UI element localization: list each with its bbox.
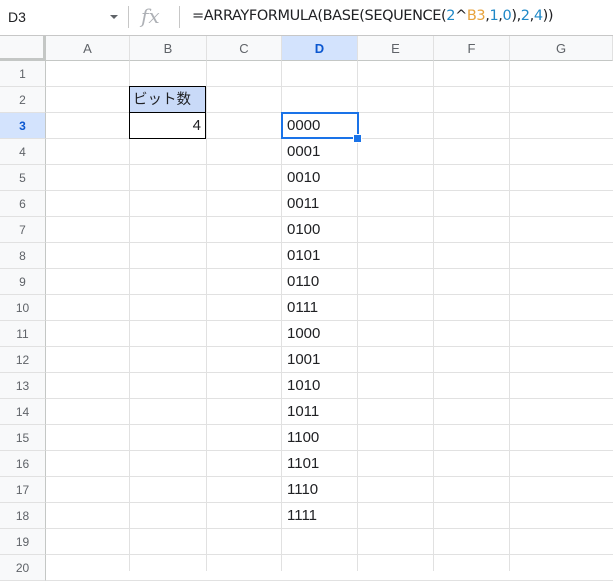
formula-token: ^ (455, 8, 467, 24)
row-header-15[interactable]: 15 (0, 425, 46, 451)
column-header-c[interactable]: C (207, 36, 282, 61)
formula-token: 1 (489, 8, 499, 24)
name-box[interactable]: D3 (0, 0, 128, 35)
row-header-18[interactable]: 18 (0, 503, 46, 529)
row-header-2[interactable]: 2 (0, 87, 46, 113)
formula-token: 0 (502, 8, 512, 24)
row-header-13[interactable]: 13 (0, 373, 46, 399)
formula-token: 2 (520, 8, 530, 24)
column-header-d[interactable]: D (282, 36, 358, 61)
column-header-f[interactable]: F (434, 36, 510, 61)
row-header-10[interactable]: 10 (0, 295, 46, 321)
row-header-3[interactable]: 3 (0, 113, 46, 139)
binary-result-cell[interactable]: 0001 (282, 139, 358, 165)
binary-result-cell[interactable]: 0010 (282, 165, 358, 191)
row-header-19[interactable]: 19 (0, 529, 46, 555)
fill-handle[interactable] (353, 134, 362, 143)
formula-bar: D3 fx =ARRAYFORMULA(BASE(SEQUENCE(2^B3,1… (0, 0, 613, 36)
formula-bar-divider (128, 6, 129, 28)
column-header-g[interactable]: G (510, 36, 613, 61)
bit-count-label-cell[interactable]: ビット数 (129, 86, 206, 113)
row-header-20[interactable]: 20 (0, 555, 46, 581)
formula-token: =ARRAYFORMULA(BASE(SEQUENCE( (192, 8, 447, 24)
row-header-8[interactable]: 8 (0, 243, 46, 269)
row-header-14[interactable]: 14 (0, 399, 46, 425)
row-header-12[interactable]: 12 (0, 347, 46, 373)
name-box-value: D3 (8, 9, 26, 25)
row-header-6[interactable]: 6 (0, 191, 46, 217)
row-header-4[interactable]: 4 (0, 139, 46, 165)
column-header-a[interactable]: A (46, 36, 130, 61)
binary-result-cell[interactable]: 1101 (282, 451, 358, 477)
row-header-7[interactable]: 7 (0, 217, 46, 243)
row-header-16[interactable]: 16 (0, 451, 46, 477)
column-header-b[interactable]: B (130, 36, 207, 61)
binary-result-cell[interactable]: 0011 (282, 191, 358, 217)
bit-count-value-cell[interactable]: 4 (129, 113, 206, 139)
row-header-9[interactable]: 9 (0, 269, 46, 295)
binary-result-cell[interactable]: 0101 (282, 243, 358, 269)
binary-result-cell[interactable]: 1110 (282, 477, 358, 503)
binary-result-cell[interactable]: 1000 (282, 321, 358, 347)
spreadsheet-grid: A B C D E F G 1 2 3 4 5 6 7 8 9 10 11 12 13 14 15 16 17 18 19 20 ビッ… (0, 36, 613, 581)
binary-result-cell[interactable]: 0000 (282, 113, 358, 139)
fx-icon: fx (141, 4, 160, 28)
binary-result-cell[interactable]: 0100 (282, 217, 358, 243)
binary-result-cell[interactable]: 1100 (282, 425, 358, 451)
chevron-down-icon[interactable] (110, 15, 118, 19)
binary-result-cell[interactable]: 1011 (282, 399, 358, 425)
formula-token: )) (542, 8, 554, 24)
select-all-corner[interactable] (0, 36, 46, 61)
formula-input[interactable]: =ARRAYFORMULA(BASE(SEQUENCE(2^B3,1,0),2,… (192, 8, 554, 24)
formula-token: 2 (446, 8, 456, 24)
row-header-17[interactable]: 17 (0, 477, 46, 503)
gridline-horizontal (46, 554, 613, 555)
column-header-e[interactable]: E (358, 36, 434, 61)
row-header-1[interactable]: 1 (0, 61, 46, 87)
row-header-11[interactable]: 11 (0, 321, 46, 347)
binary-result-cell[interactable]: 1010 (282, 373, 358, 399)
formula-token: 4 (533, 8, 543, 24)
formula-token: B3 (466, 8, 486, 24)
binary-result-cell[interactable]: 1001 (282, 347, 358, 373)
formula-token: ), (511, 8, 521, 24)
binary-result-cell[interactable]: 1111 (282, 503, 358, 529)
binary-result-cell[interactable]: 0111 (282, 295, 358, 321)
formula-bar-divider (179, 6, 180, 28)
binary-result-cell[interactable]: 0110 (282, 269, 358, 295)
row-header-5[interactable]: 5 (0, 165, 46, 191)
